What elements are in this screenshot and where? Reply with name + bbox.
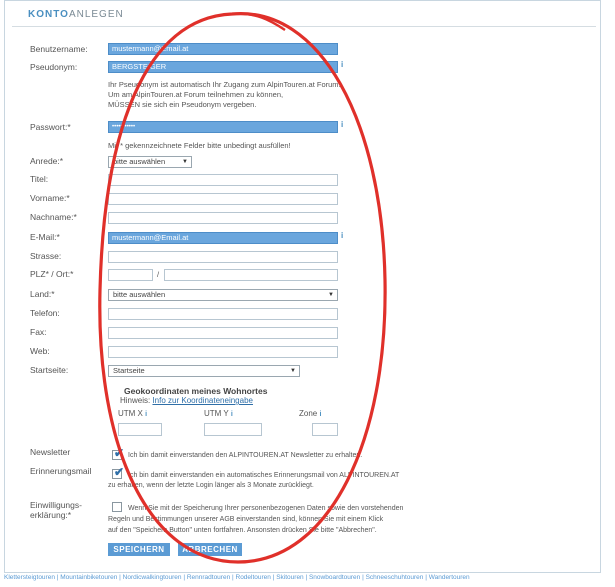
consent-label-2: erklärung:* — [30, 510, 72, 520]
fax-label: Fax: — [30, 327, 47, 337]
newsletter-label: Newsletter — [30, 447, 71, 457]
utm-x-info-icon[interactable]: i — [145, 411, 147, 418]
pseudonym-note-3: MÜSSEN sie sich ein Pseudonym vergeben. — [108, 100, 257, 109]
email-info-icon[interactable]: i — [341, 231, 343, 240]
consent-checkbox[interactable] — [112, 502, 122, 512]
phone-label: Telefon: — [30, 308, 60, 318]
email-label: E-Mail:* — [30, 232, 60, 242]
zone-info-icon[interactable]: i — [319, 411, 321, 418]
pseudonym-note-2: Um am AlpinTouren.at Forum teilnehmen zu… — [108, 90, 284, 99]
chevron-down-icon: ▼ — [290, 368, 296, 374]
utm-x-field[interactable] — [118, 423, 162, 436]
checkmark-icon: ✔ — [114, 446, 125, 460]
country-value: bitte auswählen — [113, 290, 166, 299]
cancel-button[interactable]: ABBRECHEN — [178, 543, 242, 556]
pseudonym-note-1: Ihr Pseudonym ist automatisch Ihr Zugang… — [108, 80, 341, 89]
lastname-label: Nachname:* — [30, 212, 77, 222]
newsletter-text: Ich bin damit einverstanden den ALPINTOU… — [128, 452, 363, 459]
username-label: Benutzername: — [30, 44, 88, 54]
web-label: Web: — [30, 346, 50, 356]
geo-hint-prefix: Hinweis: — [120, 396, 153, 405]
zip-field[interactable] — [108, 269, 153, 281]
reminder-checkbox[interactable]: ✔ — [112, 465, 124, 479]
lastname-field[interactable] — [108, 212, 338, 224]
salutation-select[interactable]: bitte auswählen ▼ — [108, 156, 192, 168]
title-field[interactable] — [108, 174, 338, 186]
pseudonym-info-icon[interactable]: i — [341, 60, 343, 69]
username-field[interactable]: mustermann@Email.at — [108, 43, 338, 55]
utm-x-text: UTM X — [118, 409, 143, 418]
chevron-down-icon: ▼ — [328, 292, 334, 298]
firstname-field[interactable] — [108, 193, 338, 205]
country-label: Land:* — [30, 289, 55, 299]
firstname-label: Vorname:* — [30, 193, 70, 203]
startpage-select[interactable]: Startseite ▼ — [108, 365, 300, 377]
title-label: Titel: — [30, 174, 49, 184]
startpage-value: Startseite — [113, 366, 145, 375]
zone-text: Zone — [299, 409, 318, 418]
web-field[interactable] — [108, 346, 338, 358]
fax-field[interactable] — [108, 327, 338, 339]
chevron-down-icon: ▼ — [182, 159, 188, 165]
zone-field[interactable] — [312, 423, 338, 436]
geo-hint: Hinweis: Info zur Koordinateneingabe — [120, 396, 253, 405]
pseudonym-field[interactable]: BERGSTEIGER — [108, 61, 338, 73]
page-title: KONTOANLEGEN — [28, 9, 124, 20]
city-field[interactable] — [164, 269, 338, 281]
salutation-label: Anrede:* — [30, 156, 64, 166]
salutation-value: bitte auswählen — [113, 157, 166, 166]
consent-text-2: Regeln und Bestimmungen unserer AGB einv… — [108, 516, 384, 523]
password-field[interactable]: ••••••••••• — [108, 121, 338, 133]
save-button[interactable]: SPEICHERN — [108, 543, 170, 556]
startpage-label: Startseite: — [30, 365, 69, 375]
page-title-rest: ANLEGEN — [68, 9, 124, 20]
country-select[interactable]: bitte auswählen ▼ — [108, 289, 338, 301]
zone-label: Zone i — [299, 409, 321, 420]
street-label: Strasse: — [30, 251, 62, 261]
utm-y-text: UTM Y — [204, 409, 229, 418]
utm-y-label: UTM Y i — [204, 409, 233, 420]
password-label: Passwort:* — [30, 122, 71, 132]
pseudonym-label: Pseudonym: — [30, 62, 78, 72]
header-divider — [12, 26, 596, 27]
checkmark-icon: ✔ — [114, 465, 125, 479]
required-note: Mit * gekennzeichnete Felder bitte unbed… — [108, 141, 291, 150]
page-title-bold: KONTO — [28, 9, 69, 20]
reminder-text-1: Ich bin damit einverstanden ein automati… — [128, 472, 400, 479]
reminder-text-2: zu erhalten, wenn der letzte Login länge… — [108, 482, 314, 489]
geo-title: Geokoordinaten meines Wohnortes — [124, 386, 268, 396]
zip-separator: / — [157, 270, 160, 279]
consent-label-1: Einwilligungs- — [30, 500, 82, 510]
geo-info-link[interactable]: Info zur Koordinateneingabe — [152, 396, 253, 405]
consent-text-3: auf den "Speichern Button" unten fortfah… — [108, 527, 377, 534]
street-field[interactable] — [108, 251, 338, 263]
email-field[interactable]: mustermann@Email.at — [108, 232, 338, 244]
utm-x-label: UTM X i — [118, 409, 147, 420]
utm-y-field[interactable] — [204, 423, 262, 436]
zip-city-label: PLZ* / Ort:* — [30, 269, 74, 279]
newsletter-checkbox[interactable]: ✔ — [112, 446, 124, 460]
phone-field[interactable] — [108, 308, 338, 320]
utm-y-info-icon[interactable]: i — [231, 411, 233, 418]
reminder-label: Erinnerungsmail — [30, 466, 92, 476]
footer-category-links[interactable]: Klettersteigtouren | Mountainbiketouren … — [4, 574, 615, 581]
consent-text-1: Wenn Sie mit der Speicherung Ihrer perso… — [128, 505, 404, 512]
password-info-icon[interactable]: i — [341, 120, 343, 129]
